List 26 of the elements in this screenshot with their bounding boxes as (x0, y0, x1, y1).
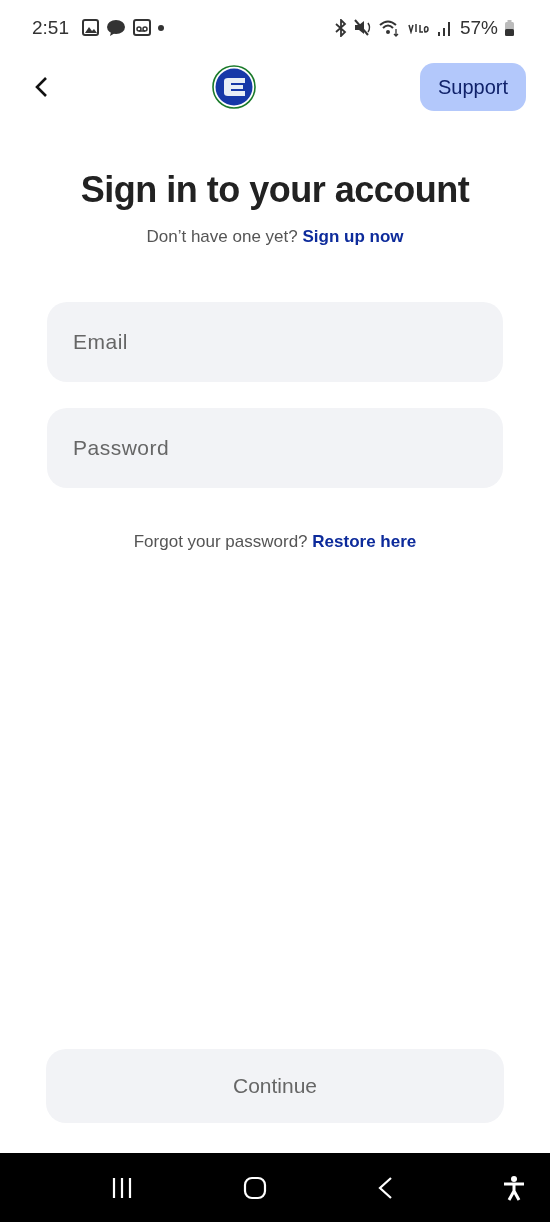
input-field[interactable]: Email (47, 302, 503, 382)
status-time: 2:51 (32, 16, 69, 39)
input-field[interactable]: Password (47, 408, 503, 488)
sign-up-link[interactable]: Sign up now (302, 227, 404, 246)
gallery-icon (82, 19, 99, 36)
signup-prompt: Don’t have one yet? Sign up now (146, 227, 404, 247)
wifi-icon (378, 18, 401, 37)
accessibility-icon[interactable] (502, 1174, 526, 1201)
mute-icon (353, 19, 372, 36)
forgot-password-prompt: Forgot your password? Restore here (133, 532, 417, 552)
back-icon[interactable] (376, 1175, 393, 1200)
volte-icon (407, 21, 430, 34)
page-title: Sign in to your account (79, 169, 471, 211)
home-icon[interactable] (243, 1175, 268, 1200)
recent-apps-icon[interactable] (110, 1175, 134, 1200)
back-icon[interactable] (34, 76, 48, 98)
battery-percent: 57% (459, 16, 498, 39)
logo-icon (212, 65, 256, 109)
voicemail-icon (133, 19, 151, 36)
dot-icon (158, 24, 164, 31)
restore-link[interactable]: Restore here (312, 532, 417, 551)
chat-bubble-icon (106, 18, 126, 37)
battery-icon (505, 19, 514, 36)
signal-icon (436, 19, 453, 36)
support-button[interactable]: Support (420, 63, 526, 111)
bluetooth-icon (334, 18, 347, 37)
